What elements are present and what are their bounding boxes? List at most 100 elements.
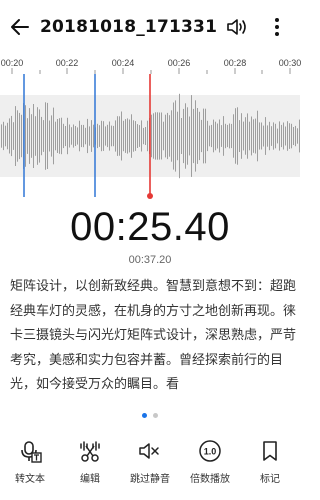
waveform-bar — [253, 119, 254, 153]
waveform-bar — [137, 124, 138, 148]
playhead-handle[interactable] — [147, 193, 153, 199]
waveform-bar — [299, 119, 300, 153]
waveform-bar — [223, 116, 224, 156]
waveform-bar — [195, 100, 196, 172]
waveform-bar — [283, 122, 284, 150]
waveform-bar — [279, 121, 280, 151]
waveform-bar — [35, 116, 36, 156]
waveform-bar — [63, 123, 64, 149]
waveform-bar — [119, 116, 120, 156]
waveform-bar — [217, 123, 218, 149]
waveform-bar — [177, 111, 178, 161]
waveform-bar — [181, 118, 182, 154]
waveform-bar — [143, 127, 144, 145]
speaker-icon — [227, 19, 246, 35]
waveform-bar — [207, 120, 208, 152]
waveform-bar — [145, 127, 146, 145]
volume-button[interactable] — [224, 14, 250, 40]
waveform-bar — [205, 108, 206, 164]
waveform-bar — [285, 126, 286, 146]
timeline-tick-label: 00:30 — [278, 58, 302, 68]
waveform-bar — [131, 114, 132, 158]
waveform-bar — [163, 121, 164, 151]
skip-silence-icon — [139, 443, 159, 459]
waveform-bar — [295, 125, 296, 147]
waveform-bar — [19, 112, 20, 160]
waveform-bar — [89, 126, 90, 146]
waveform-bar — [215, 121, 216, 151]
waveform-bar — [69, 124, 70, 148]
waveform-bar — [115, 120, 116, 152]
waveform-bar — [135, 121, 136, 151]
page-dot — [153, 413, 158, 418]
scissors-edit-icon — [80, 441, 100, 462]
toolbar-label: 编辑 — [80, 474, 100, 485]
waveform-bar — [33, 104, 34, 168]
playback-speed-button[interactable]: 1.0 倍数播放 — [182, 438, 238, 485]
waveform-bar — [241, 113, 242, 159]
waveform-bar — [269, 121, 270, 151]
waveform-bar — [111, 125, 112, 147]
waveform-bar — [133, 120, 134, 152]
waveform-bar — [159, 112, 160, 160]
total-duration: 00:37.20 — [128, 254, 172, 266]
waveform-bar — [37, 107, 38, 165]
waveform-bar — [103, 121, 104, 151]
waveform-bar — [65, 126, 66, 147]
playback-speed-icon: 1.0 — [199, 440, 221, 462]
waveform-bar — [147, 120, 148, 152]
waveform-bar — [7, 122, 8, 150]
waveform-bar — [67, 117, 68, 155]
waveform-bar — [155, 112, 156, 160]
waveform-bar — [265, 117, 266, 155]
waveform-bar — [231, 123, 232, 149]
waveform-bar — [45, 102, 46, 170]
waveform-bar — [93, 124, 94, 148]
waveform-bar — [201, 119, 202, 153]
waveform-bar — [199, 111, 200, 161]
waveform-bar — [203, 108, 204, 164]
waveform-bar — [71, 127, 72, 145]
waveform-bar — [293, 127, 294, 145]
waveform-bar — [191, 95, 192, 177]
speech-to-text-button[interactable]: 转文本 — [2, 438, 58, 485]
timeline-tick-label: 00:24 — [111, 58, 135, 68]
waveform-bar — [75, 126, 76, 146]
transcript-text[interactable]: 矩阵设计，以创新致经典。智慧到意想不到：超跑经典车灯的灵感，在机身的方寸之地创新… — [10, 275, 298, 400]
waveform-bar — [109, 121, 110, 151]
toolbar-label: 转文本 — [15, 474, 45, 485]
waveform-bar — [167, 112, 168, 160]
waveform-bar — [97, 123, 98, 149]
page-dot-active — [142, 413, 147, 418]
timeline-tick-label: 00:22 — [55, 58, 79, 68]
waveform-bar — [219, 119, 220, 153]
waveform-bar — [99, 125, 100, 147]
bookmark-button[interactable]: 标记 — [242, 438, 298, 485]
waveform-bar — [105, 126, 106, 146]
waveform-panel[interactable] — [0, 74, 300, 199]
waveform-bar — [81, 124, 82, 148]
more-options-button[interactable] — [264, 14, 290, 40]
waveform-bar — [117, 116, 118, 156]
waveform-bar — [157, 112, 158, 160]
waveform-bar — [267, 125, 268, 147]
waveform-bar — [189, 116, 190, 156]
edit-button[interactable]: 编辑 — [62, 438, 118, 485]
waveform-bar — [185, 103, 186, 169]
toolbar-label: 跳过静音 — [130, 474, 170, 485]
waveform-bar — [87, 118, 88, 154]
waveform-bar — [161, 112, 162, 160]
waveform-bar — [271, 126, 272, 146]
waveform-bar — [297, 128, 298, 144]
waveform-bar — [3, 121, 4, 151]
waveform-bar — [17, 110, 18, 162]
skip-silence-button[interactable]: 跳过静音 — [122, 438, 178, 485]
audio-waveform[interactable] — [0, 74, 300, 199]
waveform-bar — [113, 125, 114, 147]
timeline-tick-label: 00:28 — [223, 58, 247, 68]
waveform-bar — [211, 124, 212, 148]
back-button[interactable] — [8, 15, 32, 39]
waveform-bar — [275, 123, 276, 149]
waveform-bar — [291, 123, 292, 149]
waveform-bar — [289, 123, 290, 149]
